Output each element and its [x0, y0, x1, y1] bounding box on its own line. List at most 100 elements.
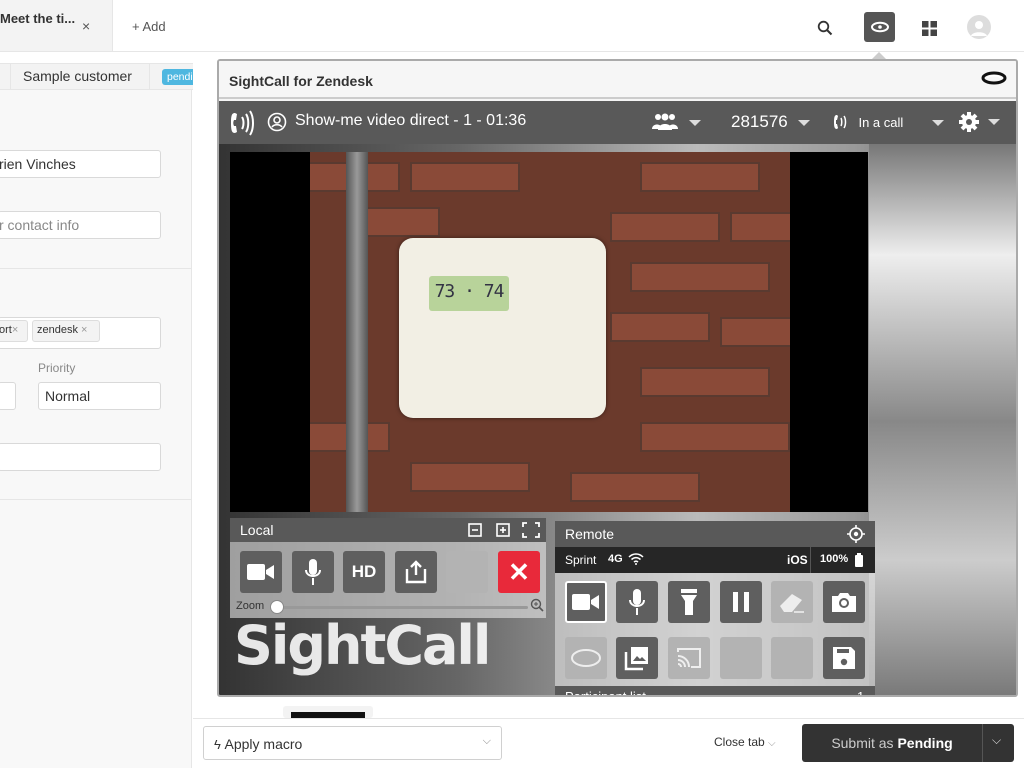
- lightning-icon: ϟ: [214, 737, 225, 752]
- remove-tag-icon[interactable]: ×: [12, 324, 18, 336]
- maximize-icon[interactable]: [496, 523, 510, 537]
- attachment-thumbnail[interactable]: [283, 706, 373, 718]
- camera-icon: [832, 593, 856, 612]
- remote-microphone-button[interactable]: [616, 581, 658, 623]
- draw-lasso-button[interactable]: [565, 637, 607, 679]
- session-number-menu[interactable]: 281576: [731, 112, 811, 132]
- battery-icon: [855, 553, 863, 567]
- local-microphone-button[interactable]: [292, 551, 334, 593]
- call-signal-icon: [834, 115, 847, 129]
- user-avatar-icon[interactable]: [967, 15, 991, 39]
- remote-panel-header: Remote: [555, 521, 875, 547]
- flashlight-icon: [681, 589, 697, 615]
- close-tab-menu[interactable]: Close tab ⌵: [714, 735, 776, 749]
- divider: [810, 547, 811, 573]
- photo-gallery-icon: [624, 647, 648, 671]
- microphone-icon: [629, 589, 645, 615]
- video-camera-icon: [572, 594, 599, 610]
- local-share-button[interactable]: [395, 551, 437, 593]
- text-field[interactable]: [0, 443, 161, 471]
- hd-button[interactable]: HD: [343, 551, 385, 593]
- pause-button[interactable]: [720, 581, 762, 623]
- breadcrumb-customer[interactable]: Sample customer: [10, 63, 150, 90]
- apply-macro-dropdown[interactable]: ϟ Apply macro ⌵: [203, 726, 502, 760]
- participant-list-header[interactable]: Participant list 1: [555, 686, 875, 697]
- participants-menu[interactable]: [651, 112, 702, 137]
- sightcall-watermark: SightCall: [234, 614, 491, 677]
- network-type: 4G: [608, 553, 623, 565]
- local-camera-button[interactable]: [240, 551, 282, 593]
- contact-info-field[interactable]: r contact info: [0, 211, 161, 239]
- close-tab-label: Close tab: [714, 735, 765, 749]
- remote-empty-slot: [720, 637, 762, 679]
- submit-options-chevron-icon[interactable]: ⌵: [992, 733, 1001, 748]
- participant-list-label: Participant list: [565, 689, 646, 697]
- popover-caret: [872, 52, 886, 59]
- hangup-button[interactable]: ✕: [498, 551, 540, 593]
- ticket-tab[interactable]: Meet the ti... ×: [0, 0, 113, 52]
- sightcall-app-window: SightCall for Zendesk Show-me video dire…: [217, 59, 1018, 697]
- fullscreen-icon[interactable]: [522, 522, 540, 538]
- apply-macro-label: Apply macro: [224, 736, 303, 752]
- video-stage: 73 · 74 SightCall Local HD ✕ Zoom Remote…: [219, 144, 1016, 697]
- locate-target-icon[interactable]: [847, 525, 865, 543]
- add-tab-button[interactable]: + Add: [132, 19, 166, 34]
- gallery-button[interactable]: [616, 637, 658, 679]
- call-signal-icon: [231, 110, 254, 136]
- session-number: 281576: [731, 112, 788, 131]
- submit-status: Pending: [897, 735, 953, 751]
- remove-tag-icon[interactable]: ×: [81, 324, 87, 336]
- participants-icon: [652, 113, 678, 130]
- device-os: iOS: [787, 553, 808, 567]
- call-status-menu[interactable]: In a call: [832, 113, 903, 136]
- submit-prefix: Submit as: [831, 735, 894, 751]
- sightcall-app-button[interactable]: [864, 12, 895, 42]
- share-upload-icon: [405, 560, 427, 584]
- zoom-label: Zoom: [236, 600, 265, 612]
- floppy-disk-icon: [833, 647, 855, 669]
- flashlight-button[interactable]: [668, 581, 710, 623]
- save-button[interactable]: [823, 637, 865, 679]
- apps-grid-icon[interactable]: [915, 14, 943, 42]
- cast-button[interactable]: [668, 637, 710, 679]
- remote-camera-button[interactable]: [565, 581, 607, 623]
- conversation-column: [193, 52, 218, 720]
- submit-button[interactable]: Submit as Pending ⌵: [802, 724, 1014, 762]
- tag-label: zendesk: [37, 324, 78, 336]
- close-tab-icon[interactable]: ×: [82, 18, 90, 34]
- tag-chip[interactable]: zendesk ×: [32, 320, 100, 342]
- tag-label: ort: [0, 324, 12, 336]
- ticket-properties-panel: [0, 90, 192, 768]
- submit-label: Submit as Pending: [802, 735, 982, 751]
- priority-label: Priority: [38, 361, 76, 375]
- local-controls-panel: Local HD ✕ Zoom: [230, 518, 546, 618]
- zoom-slider-thumb[interactable]: [270, 600, 284, 614]
- zoom-in-icon[interactable]: [530, 598, 544, 612]
- background-street-image: [869, 144, 1016, 695]
- remote-video-feed: 73 · 74: [230, 152, 868, 512]
- ticket-tab-title[interactable]: Meet the ti...: [0, 11, 75, 26]
- divider: [982, 724, 983, 762]
- requester-field[interactable]: rien Vinches: [0, 150, 161, 178]
- local-panel-header: Local: [230, 518, 546, 542]
- search-icon[interactable]: [811, 14, 839, 42]
- snapshot-button[interactable]: [823, 581, 865, 623]
- battery-level: 100%: [820, 553, 849, 565]
- eraser-button[interactable]: [771, 581, 813, 623]
- minimize-icon[interactable]: [468, 523, 482, 537]
- thermostat: 73 · 74: [399, 238, 606, 418]
- chevron-down-icon: [689, 119, 702, 126]
- screen-cast-icon: [677, 648, 701, 668]
- video-camera-icon: [247, 564, 274, 580]
- session-label: Show-me video direct - 1 - 01:36: [295, 112, 527, 129]
- priority-select[interactable]: Normal: [38, 382, 161, 410]
- settings-menu[interactable]: [958, 111, 1001, 138]
- chevron-down-icon[interactable]: [932, 120, 944, 126]
- zoom-slider-track[interactable]: [278, 606, 528, 609]
- type-field[interactable]: [0, 382, 16, 410]
- tag-chip[interactable]: ort×: [0, 320, 28, 342]
- pipe: [346, 152, 368, 512]
- gear-icon: [959, 112, 979, 132]
- participant-count: 1: [857, 689, 865, 697]
- eraser-icon: [780, 594, 804, 613]
